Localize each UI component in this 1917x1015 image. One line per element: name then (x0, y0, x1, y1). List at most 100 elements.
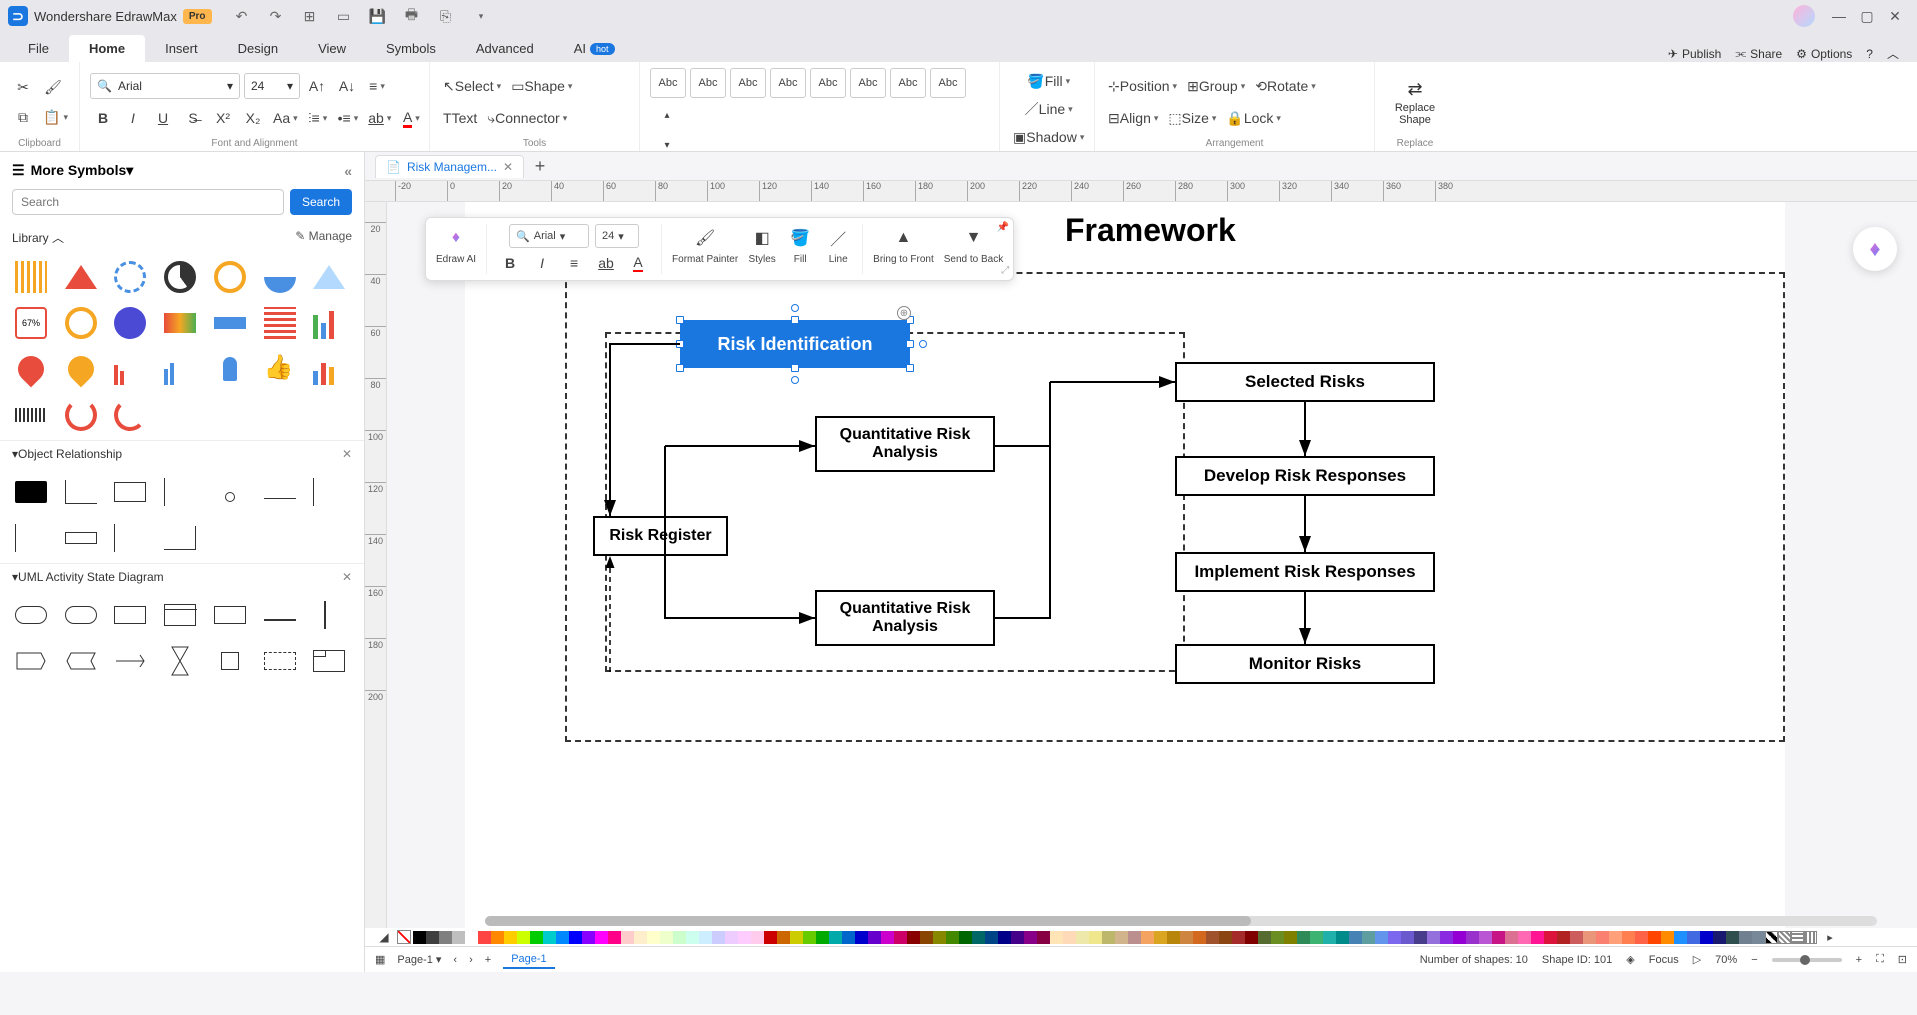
shape-item[interactable] (62, 596, 100, 634)
symbol-search-input[interactable] (12, 189, 284, 215)
color-swatch[interactable] (1518, 931, 1531, 944)
mini-font-family[interactable]: 🔍 Arial ▾ (509, 224, 589, 248)
color-swatch[interactable] (1349, 931, 1362, 944)
color-swatch[interactable] (1037, 931, 1050, 944)
shape-item[interactable] (310, 473, 348, 511)
publish-button[interactable]: ✈Publish (1668, 47, 1721, 61)
color-swatch[interactable] (1141, 931, 1154, 944)
new-button[interactable]: ⊞ (300, 6, 320, 26)
maximize-button[interactable]: ▢ (1853, 2, 1881, 30)
eyedropper-button[interactable]: ◢ (371, 929, 397, 945)
shape-item[interactable] (310, 596, 348, 634)
color-swatch[interactable] (1739, 931, 1752, 944)
text-tool-button[interactable]: T Text (440, 105, 480, 131)
shape-grid-item[interactable]: 67% (12, 304, 50, 342)
color-swatch[interactable] (582, 931, 595, 944)
color-swatch[interactable] (686, 931, 699, 944)
color-swatch[interactable] (712, 931, 725, 944)
save-button[interactable]: 💾 (368, 6, 388, 26)
rotate-button[interactable]: ⟲ Rotate (1252, 73, 1319, 99)
color-swatch[interactable] (1089, 931, 1102, 944)
color-swatch[interactable] (894, 931, 907, 944)
line-spacing-button[interactable]: ⫶≡ (305, 105, 331, 131)
color-swatch[interactable] (881, 931, 894, 944)
tab-view[interactable]: View (298, 35, 366, 62)
minimize-button[interactable]: — (1825, 2, 1853, 30)
shape-grid-item[interactable] (62, 350, 100, 388)
shape-grid-item[interactable] (111, 350, 149, 388)
superscript-button[interactable]: X² (210, 105, 236, 131)
color-swatch[interactable] (920, 931, 933, 944)
shape-grid-item[interactable] (62, 258, 100, 296)
collapse-ribbon-button[interactable]: ︿ (1887, 45, 1899, 62)
align-text-button[interactable]: ≡ (364, 73, 390, 99)
color-swatch[interactable] (1726, 931, 1739, 944)
color-swatch[interactable] (608, 931, 621, 944)
shape-item[interactable] (211, 642, 249, 680)
color-swatch[interactable] (868, 931, 881, 944)
color-swatch[interactable] (1063, 931, 1076, 944)
highlight-button[interactable]: ab (365, 105, 394, 131)
color-swatch[interactable] (1687, 931, 1700, 944)
options-button[interactable]: ⚙Options (1796, 47, 1852, 61)
shape-grid-item[interactable] (261, 258, 299, 296)
color-swatch[interactable] (1102, 931, 1115, 944)
color-swatch[interactable] (985, 931, 998, 944)
color-swatch[interactable] (1635, 931, 1648, 944)
color-swatch[interactable] (1219, 931, 1232, 944)
shape-item[interactable] (211, 473, 249, 511)
mini-highlight-button[interactable]: ab (593, 252, 619, 274)
color-swatch[interactable] (1531, 931, 1544, 944)
color-swatch[interactable] (1609, 931, 1622, 944)
shape-monitor-risks[interactable]: Monitor Risks (1175, 644, 1435, 684)
tab-file[interactable]: File (8, 35, 69, 62)
color-swatch[interactable] (1700, 931, 1713, 944)
color-swatch[interactable] (907, 931, 920, 944)
mini-align-button[interactable]: ≡ (561, 252, 587, 274)
shape-grid-item[interactable] (261, 304, 299, 342)
shape-grid-item[interactable] (161, 350, 199, 388)
color-swatch[interactable] (595, 931, 608, 944)
edraw-ai-button[interactable]: ♦ Edraw AI (436, 224, 476, 265)
mini-line-button[interactable]: ／ Line (824, 224, 852, 265)
color-swatch[interactable] (1050, 931, 1063, 944)
shape-item[interactable] (12, 596, 50, 634)
subscript-button[interactable]: X₂ (240, 105, 266, 131)
shape-grid-item[interactable] (211, 258, 249, 296)
style-preset-6[interactable]: Abc (850, 68, 886, 98)
color-swatch[interactable] (634, 931, 647, 944)
zoom-in-button[interactable]: + (1856, 954, 1862, 966)
no-fill-swatch[interactable] (397, 930, 411, 944)
color-swatch[interactable] (439, 931, 452, 944)
color-swatch[interactable] (1193, 931, 1206, 944)
color-swatch[interactable] (1310, 931, 1323, 944)
color-swatch[interactable] (699, 931, 712, 944)
shape-item[interactable] (62, 519, 100, 557)
undo-button[interactable]: ↶ (232, 6, 252, 26)
color-swatch[interactable] (1414, 931, 1427, 944)
color-swatch[interactable] (1128, 931, 1141, 944)
color-swatch[interactable] (1180, 931, 1193, 944)
presentation-button[interactable]: ▷ (1693, 953, 1701, 966)
color-swatch[interactable] (1466, 931, 1479, 944)
fit-page-button[interactable]: ⛶ (1876, 953, 1884, 966)
color-swatch[interactable] (790, 931, 803, 944)
shape-item[interactable] (161, 473, 199, 511)
shape-grid-item[interactable]: 👍 (261, 350, 299, 388)
shape-grid-item[interactable] (111, 304, 149, 342)
shape-action-button[interactable]: ⊕ (897, 306, 911, 320)
zoom-out-button[interactable]: − (1751, 954, 1757, 966)
shape-item[interactable] (12, 519, 50, 557)
tab-ai[interactable]: AI hot (554, 35, 635, 62)
shape-grid-item[interactable] (211, 304, 249, 342)
shape-selected-risks[interactable]: Selected Risks (1175, 362, 1435, 402)
more-colors-button[interactable]: ▸ (1817, 929, 1843, 945)
shape-item[interactable] (261, 642, 299, 680)
shape-grid-item[interactable] (161, 304, 199, 342)
color-swatch[interactable] (1388, 931, 1401, 944)
shape-tool-button[interactable]: ▭ Shape (508, 73, 575, 99)
shape-qra-bottom[interactable]: Quantitative Risk Analysis (815, 590, 995, 646)
shape-risk-identification[interactable]: Risk Identification (680, 320, 910, 368)
symbol-search-button[interactable]: Search (290, 189, 352, 215)
close-section-button[interactable]: ✕ (342, 570, 352, 584)
